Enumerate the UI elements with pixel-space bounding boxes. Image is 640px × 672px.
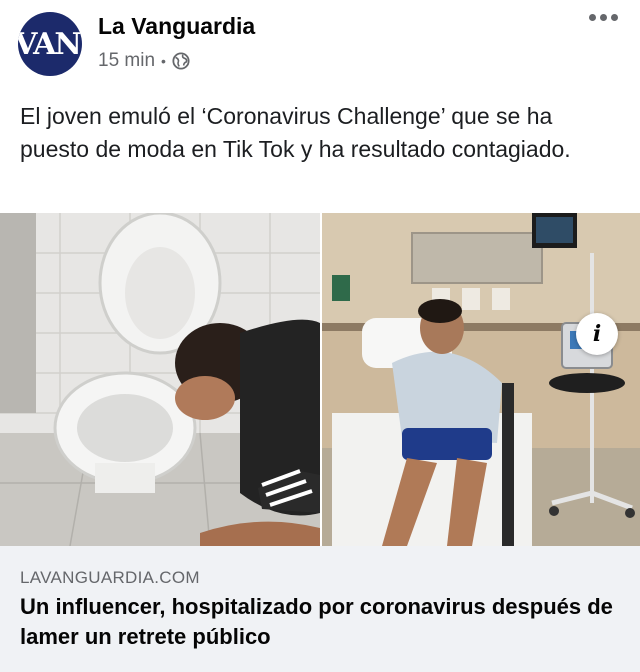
page-name-link[interactable]: La Vanguardia [98,13,255,40]
link-domain: LAVANGUARDIA.COM [20,568,200,587]
link-title[interactable]: Un influencer, hospitalizado por coronav… [20,592,620,652]
avatar[interactable]: VAN [18,12,82,76]
post-caption: El joven emuló el ‘Coronavirus Challenge… [20,103,571,162]
post-photo[interactable] [0,213,640,546]
globe-icon [172,52,190,70]
more-options-icon[interactable] [589,14,618,21]
info-icon[interactable]: i [576,313,618,355]
link-preview-card[interactable]: LAVANGUARDIA.COM Un influencer, hospital… [0,546,640,672]
meta-separator: • [161,53,166,69]
avatar-logo-text: VAN [18,26,82,62]
post-header: VAN La Vanguardia 15 min • [0,0,640,90]
post-meta: 15 min • [98,50,190,72]
photo-bathroom-scene [0,213,320,546]
post-timestamp[interactable]: 15 min [98,50,155,72]
photo-hospital-scene [322,213,640,546]
